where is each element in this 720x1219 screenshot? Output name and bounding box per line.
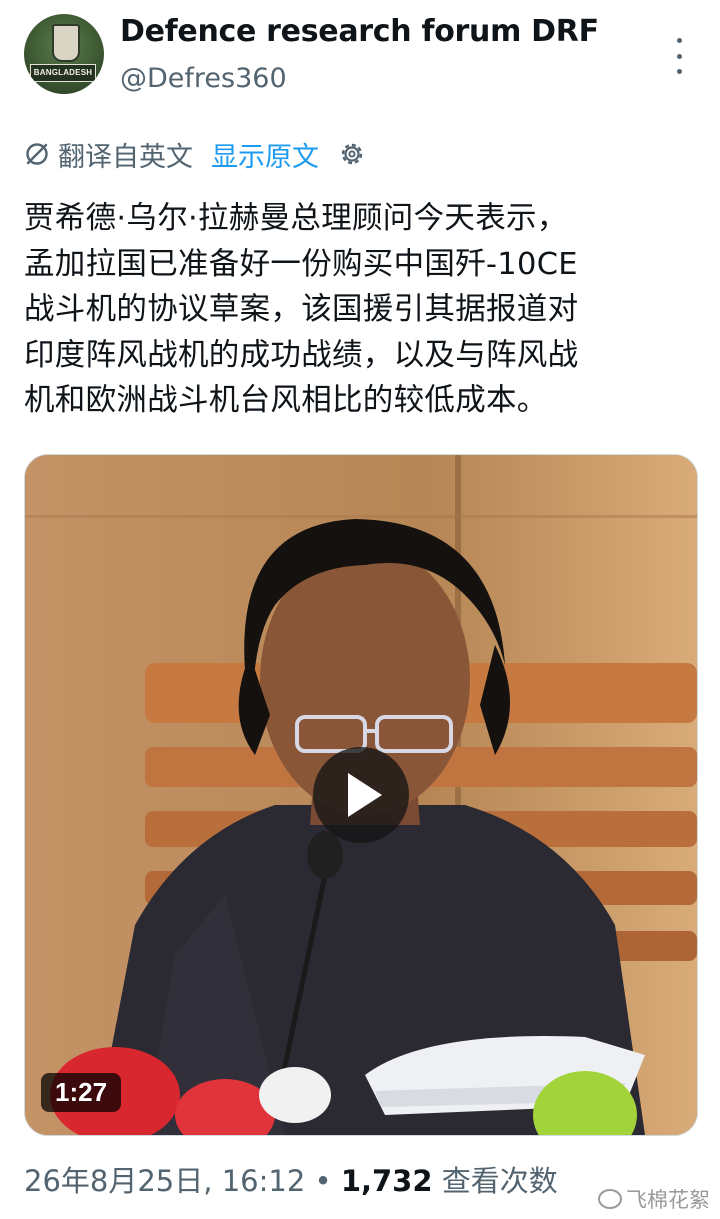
translation-bar: 翻译自英文 显示原文	[24, 135, 367, 174]
tweet-text: 贾希德·乌尔·拉赫曼总理顾问今天表示， 孟加拉国已准备好一份购买中国歼-10CE…	[24, 196, 704, 424]
avatar-badge: BANGLADESH	[30, 64, 96, 82]
tweet-line: 机和欧洲战斗机台风相比的较低成本。	[24, 383, 548, 418]
play-button[interactable]	[313, 747, 409, 843]
avatar[interactable]: BANGLADESH	[24, 14, 104, 94]
more-options-icon[interactable]	[664, 38, 694, 74]
tweet-line: 孟加拉国已准备好一份购买中国歼-10CE	[24, 246, 578, 282]
video-duration: 1:27	[41, 1073, 122, 1112]
translate-icon	[26, 143, 48, 165]
user-handle[interactable]: @Defres360	[120, 63, 287, 94]
tweet-line: 印度阵风战机的成功战绩，以及与阵风战	[24, 337, 579, 373]
translation-label: 翻译自英文	[58, 141, 193, 173]
meta-separator: •	[314, 1164, 332, 1198]
watermark: 飞棉花絮	[598, 1184, 710, 1214]
display-name[interactable]: Defence research forum DRF	[120, 14, 599, 49]
tweet-line: 战斗机的协议草案，该国援引其据报道对	[24, 292, 579, 327]
watermark-text: 飞棉花絮	[626, 1188, 710, 1212]
play-icon	[348, 773, 382, 817]
weibo-icon	[598, 1189, 622, 1209]
view-label: 查看次数	[441, 1164, 558, 1198]
tweet-meta: 26年8月25日, 16:12 • 1,732 查看次数	[24, 1158, 558, 1200]
emblem-icon	[52, 24, 80, 62]
video-player[interactable]: 1:27	[24, 454, 698, 1136]
view-count: 1,732	[340, 1164, 433, 1198]
gear-icon[interactable]	[337, 139, 367, 169]
tweet-line: 贾希德·乌尔·拉赫曼总理顾问今天表示，	[24, 201, 568, 236]
timestamp[interactable]: 26年8月25日, 16:12	[24, 1164, 305, 1198]
show-original-link[interactable]: 显示原文	[211, 135, 319, 174]
